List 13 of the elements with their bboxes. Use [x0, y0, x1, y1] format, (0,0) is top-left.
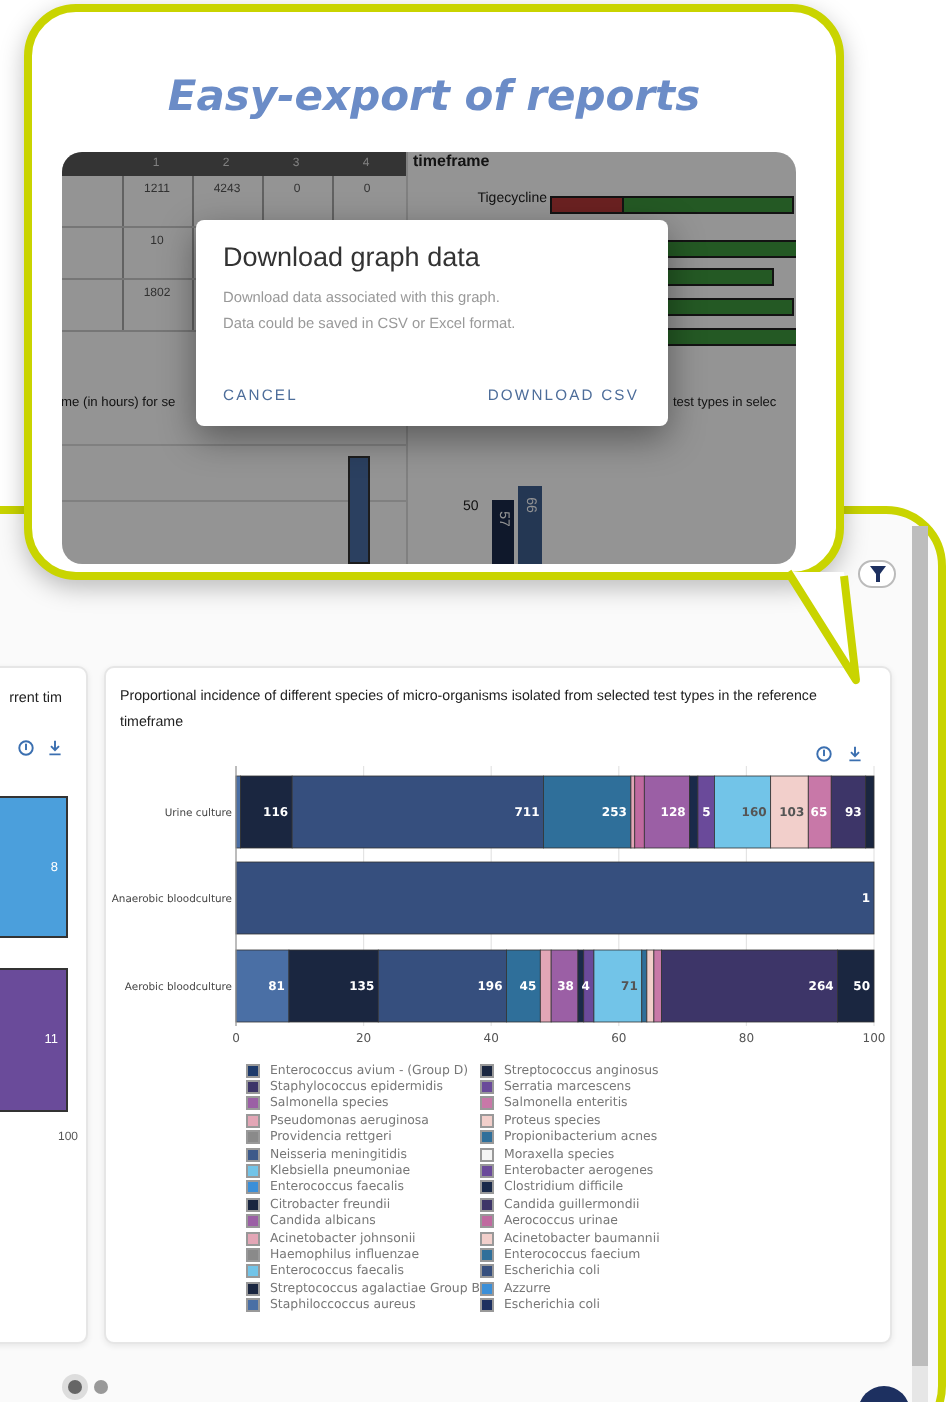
dialog-title: Download graph data [223, 242, 482, 272]
chart-title: timeframe [413, 152, 490, 170]
download-icon[interactable] [848, 746, 862, 762]
scrollbar[interactable] [912, 526, 928, 1402]
download-icon[interactable] [48, 740, 62, 756]
filter-button[interactable] [858, 560, 896, 588]
filter-icon [869, 566, 885, 582]
info-icon[interactable] [18, 740, 34, 756]
page-dot[interactable] [94, 1380, 108, 1394]
info-icon[interactable] [816, 746, 832, 762]
chart-bar [347, 456, 369, 564]
page-dot[interactable] [68, 1380, 82, 1394]
callout-title: Easy-export of reports [167, 72, 701, 120]
